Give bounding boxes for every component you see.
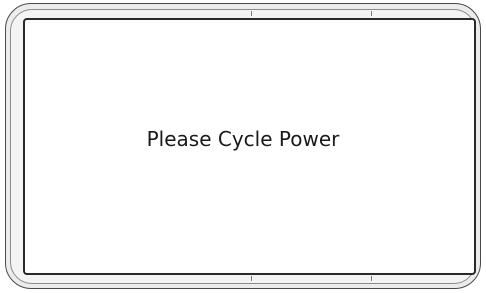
status-message: Please Cycle Power bbox=[146, 127, 340, 151]
bezel-tick-top-right bbox=[371, 11, 372, 16]
bezel-tick-bottom-right bbox=[371, 276, 372, 281]
bezel-tick-top-left bbox=[251, 11, 252, 16]
bezel-tick-bottom-left bbox=[251, 276, 252, 281]
